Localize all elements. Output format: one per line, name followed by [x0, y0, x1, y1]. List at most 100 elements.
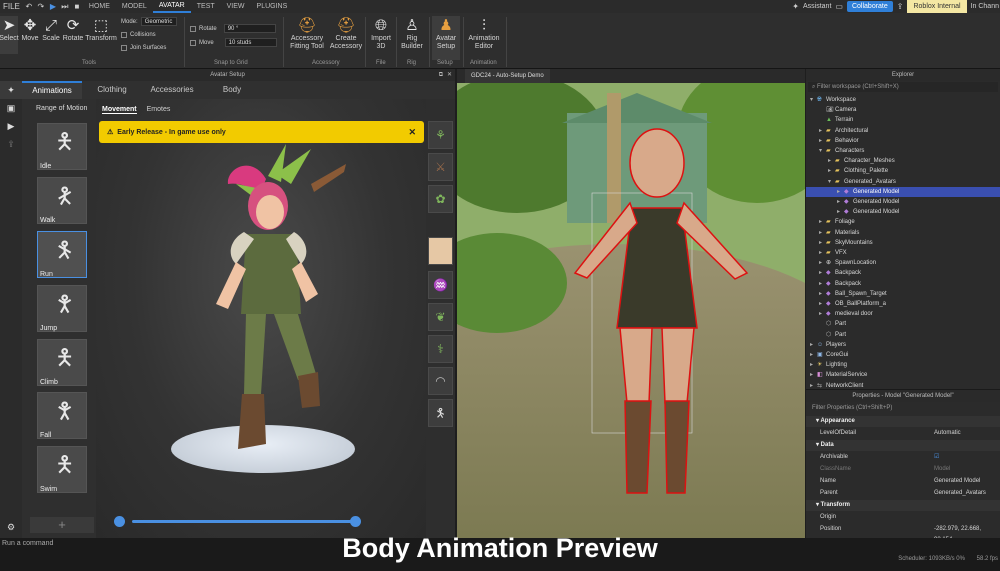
animation-card-swim[interactable]: 🯅 Swim — [37, 446, 87, 493]
explorer-filter-input[interactable]: ⌕ Filter workspace (Ctrl+Shift+X) — [808, 82, 998, 92]
animation-card-jump[interactable]: 🯆 Jump — [37, 285, 87, 332]
export-icon[interactable]: ⇪ — [0, 135, 22, 153]
close-icon[interactable]: ✕ — [447, 69, 452, 81]
collaborate-button[interactable]: Collaborate — [846, 1, 893, 12]
rotate-snap[interactable]: Rotate 90 ° — [190, 24, 276, 33]
chevron-right-icon[interactable]: ▸ — [819, 238, 826, 248]
rotate-snap-input[interactable]: 90 ° — [223, 24, 276, 33]
chevron-right-icon[interactable]: ▸ — [819, 279, 826, 289]
explorer-item[interactable]: ▾ ▰ Generated_Avatars — [806, 177, 1000, 187]
collisions-toggle[interactable]: Collisions — [121, 32, 156, 38]
chevron-right-icon[interactable]: ▸ — [810, 350, 817, 360]
skin-tone-swatch[interactable] — [428, 237, 453, 265]
explorer-item[interactable]: ▸ ☀ Lighting — [806, 360, 1000, 370]
move-snap-checkbox[interactable] — [190, 39, 196, 46]
explorer-item[interactable]: ▸ ◆ medieval door — [806, 309, 1000, 319]
chevron-right-icon[interactable]: ▸ — [819, 258, 826, 268]
join-surfaces-checkbox[interactable] — [121, 45, 127, 51]
explorer-item[interactable]: ▸ ◆ Ball_Spawn_Target — [806, 289, 1000, 299]
explorer-item[interactable]: ▸ ⊕ SpawnLocation — [806, 258, 1000, 268]
save-icon[interactable]: ▣ — [0, 99, 22, 117]
animation-card-run[interactable]: 🯈 Run — [37, 231, 87, 278]
explorer-item[interactable]: ▸ ▰ Clothing_Palette — [806, 166, 1000, 176]
scene-tab[interactable]: GDC24 - Auto-Setup Demo — [465, 69, 550, 83]
move-button[interactable]: ✥ Move — [20, 16, 40, 43]
rotate-snap-checkbox[interactable] — [190, 25, 196, 32]
explorer-item[interactable]: ▸ ◆ Generated Model — [806, 197, 1000, 207]
property-section[interactable]: ▾ Appearance — [806, 416, 1000, 427]
option-swatch-5[interactable]: ❦ — [428, 303, 453, 331]
subtab-movement[interactable]: Movement — [102, 106, 137, 114]
option-swatch-1[interactable]: ⚘ — [428, 121, 453, 149]
avatar-setup-button[interactable]: ♟ Avatar Setup — [432, 16, 460, 60]
mode-select[interactable]: Geometric — [140, 17, 177, 26]
timeline-start-handle[interactable] — [114, 516, 125, 527]
chevron-right-icon[interactable]: ▸ — [819, 299, 826, 309]
collisions-checkbox[interactable] — [121, 32, 127, 38]
chevron-right-icon[interactable]: ▸ — [819, 136, 826, 146]
chevron-down-icon[interactable]: ▾ — [828, 177, 835, 187]
explorer-item[interactable]: ▾ ▰ Characters — [806, 146, 1000, 156]
option-swatch-8[interactable]: 🯈 — [428, 399, 453, 427]
undo-icon[interactable]: ↶ — [23, 0, 35, 13]
explorer-item[interactable]: ▸ ◧ MaterialService — [806, 370, 1000, 380]
assistant-icon[interactable]: ✦ — [792, 2, 799, 11]
explorer-item[interactable]: 📷︎Camera — [806, 105, 1000, 115]
explorer-item[interactable]: ▸ ▰ Architectural — [806, 126, 1000, 136]
transform-button[interactable]: ⬚ Transform — [85, 16, 117, 43]
chevron-right-icon[interactable]: ▸ — [810, 340, 817, 350]
tab-body[interactable]: Body — [202, 81, 262, 99]
add-animation-button[interactable]: + — [30, 517, 94, 533]
option-swatch-2[interactable]: ⚔ — [428, 153, 453, 181]
property-row[interactable]: Origin — [806, 512, 1000, 523]
menu-view[interactable]: VIEW — [221, 3, 251, 10]
animation-card-idle[interactable]: 🯅 Idle — [37, 123, 87, 170]
redo-icon[interactable]: ↷ — [35, 0, 47, 13]
chevron-right-icon[interactable]: ▸ — [819, 309, 826, 319]
explorer-item[interactable]: ▲ Terrain — [806, 115, 1000, 125]
property-value[interactable]: ☑ — [934, 452, 939, 463]
chevron-right-icon[interactable]: ▸ — [819, 289, 826, 299]
chevron-right-icon[interactable]: ▸ — [837, 207, 844, 217]
property-row[interactable]: Name Generated Model — [806, 476, 1000, 487]
animation-editor-button[interactable]: ⫶ Animation Editor — [466, 16, 502, 51]
explorer-item[interactable]: ▸ ▰ SkyMountains — [806, 238, 1000, 248]
select-button[interactable]: ➤ Select — [0, 16, 19, 54]
property-row[interactable]: ClassName Model — [806, 464, 1000, 475]
property-row[interactable]: Archivable ☑ — [806, 452, 1000, 463]
property-value[interactable]: Model — [934, 464, 950, 475]
pin-icon[interactable]: ⧉ — [439, 69, 443, 81]
menu-model[interactable]: MODEL — [116, 3, 153, 10]
option-swatch-4[interactable]: ♒ — [428, 271, 453, 299]
chevron-right-icon[interactable]: ▸ — [810, 370, 817, 380]
chevron-right-icon[interactable]: ▸ — [828, 166, 835, 176]
property-value[interactable]: Automatic — [934, 428, 961, 439]
accessory-fitting-tool-button[interactable]: ⛑ Accessory Fitting Tool — [287, 16, 327, 51]
chevron-right-icon[interactable]: ▸ — [828, 156, 835, 166]
play-icon[interactable]: ▶ — [47, 0, 59, 13]
import-3d-button[interactable]: 🌐︎ Import 3D — [368, 16, 394, 51]
option-swatch-3[interactable]: ✿ — [428, 185, 453, 213]
explorer-item[interactable]: ▸ ◆ Generated Model — [806, 186, 1000, 197]
explorer-item[interactable]: ⬡ Part — [806, 330, 1000, 340]
tab-clothing[interactable]: Clothing — [82, 81, 142, 99]
timeline-slider[interactable] — [132, 520, 355, 523]
chevron-right-icon[interactable]: ▸ — [837, 197, 844, 207]
timeline-knob[interactable] — [350, 516, 361, 527]
chevron-right-icon[interactable]: ▸ — [819, 248, 826, 258]
property-section[interactable]: ▾ Data — [806, 440, 1000, 451]
chevron-right-icon[interactable]: ▸ — [819, 228, 826, 238]
chevron-right-icon[interactable]: ▸ — [819, 217, 826, 227]
explorer-item[interactable]: ▸ ▰ VFX — [806, 248, 1000, 258]
assistant-button[interactable]: Assistant — [803, 3, 831, 10]
menu-home[interactable]: HOME — [83, 3, 116, 10]
property-row[interactable]: LevelOfDetail Automatic — [806, 428, 1000, 439]
join-surfaces-toggle[interactable]: Join Surfaces — [121, 45, 166, 51]
explorer-item[interactable]: ▸ ▰ Foliage — [806, 217, 1000, 227]
option-swatch-7[interactable]: ◠ — [428, 367, 453, 395]
chevron-down-icon[interactable]: ▾ — [810, 95, 817, 105]
subtab-emotes[interactable]: Emotes — [147, 106, 171, 114]
share-icon[interactable]: ⇪ — [897, 2, 904, 11]
explorer-item[interactable]: ▸ ▰ Materials — [806, 228, 1000, 238]
chevron-down-icon[interactable]: ▾ — [819, 146, 826, 156]
